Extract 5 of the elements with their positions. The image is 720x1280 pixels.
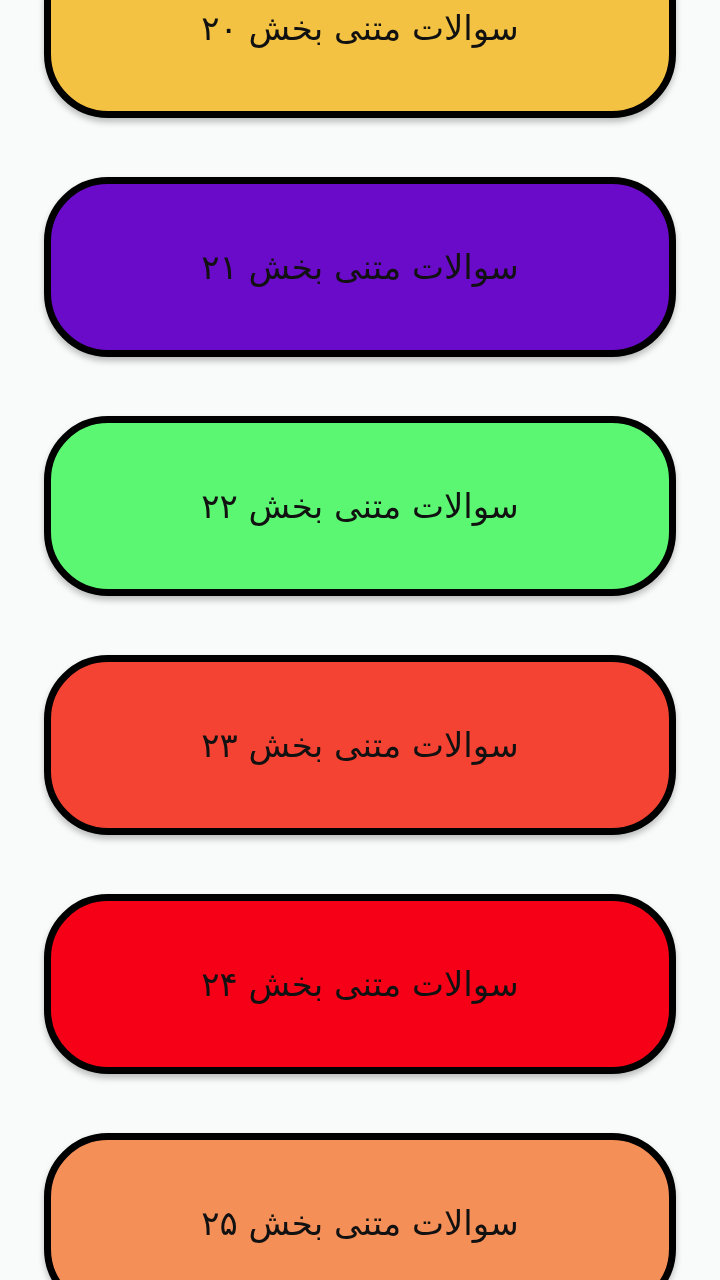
- section-button[interactable]: سوالات متنی بخش ۲۴: [44, 894, 676, 1074]
- section-button[interactable]: سوالات متنی بخش ۲۵: [44, 1133, 676, 1280]
- section-button[interactable]: سوالات متنی بخش ۲۰: [44, 0, 676, 118]
- section-button[interactable]: سوالات متنی بخش ۲۲: [44, 416, 676, 596]
- section-button[interactable]: سوالات متنی بخش ۲۳: [44, 655, 676, 835]
